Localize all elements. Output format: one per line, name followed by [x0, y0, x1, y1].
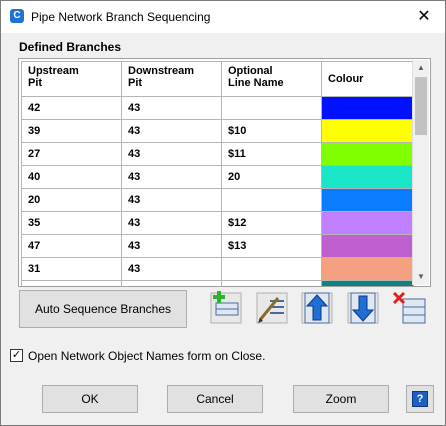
- add-branch-button[interactable]: [208, 289, 244, 327]
- header-line: Optional: [228, 65, 273, 77]
- colour-swatch-cell[interactable]: [321, 165, 414, 189]
- app-icon: C: [10, 9, 24, 23]
- move-down-button[interactable]: [345, 289, 381, 327]
- header-line: Pit: [128, 77, 143, 89]
- grid-vertical-scrollbar[interactable]: ▲ ▼: [412, 60, 429, 285]
- downstream-pit-cell[interactable]: 43: [121, 188, 222, 212]
- scroll-thumb[interactable]: [415, 77, 427, 135]
- edit-row-icon: [256, 292, 288, 324]
- line-name-cell[interactable]: $12: [221, 211, 322, 235]
- colour-swatch-cell[interactable]: [321, 280, 414, 286]
- open-names-form-checkbox[interactable]: ✓: [10, 349, 23, 362]
- upstream-pit-cell[interactable]: 48: [21, 280, 122, 286]
- branches-grid[interactable]: Upstream Pit Downstream Pit Optional Line N…: [18, 58, 431, 287]
- column-header-colour[interactable]: Colour: [321, 61, 414, 97]
- branches-table: Upstream Pit Downstream Pit Optional Line N…: [21, 61, 414, 286]
- branch-sequencing-dialog: C Pipe Network Branch Sequencing ✕ Defin…: [0, 0, 446, 426]
- table-row[interactable]: 42 43: [21, 96, 414, 120]
- open-names-form-label: Open Network Object Names form on Close.: [28, 349, 266, 363]
- line-name-cell[interactable]: $13: [221, 234, 322, 258]
- title-bar: C Pipe Network Branch Sequencing ✕: [1, 1, 445, 33]
- line-name-cell[interactable]: [221, 96, 322, 120]
- upstream-pit-cell[interactable]: 47: [21, 234, 122, 258]
- colour-swatch-cell[interactable]: [321, 96, 414, 120]
- header-line: Upstream: [28, 65, 79, 77]
- colour-swatch-cell[interactable]: [321, 188, 414, 212]
- header-line: Line Name: [228, 77, 284, 89]
- table-row[interactable]: 20 43: [21, 188, 414, 212]
- colour-swatch-cell[interactable]: [321, 257, 414, 281]
- table-row[interactable]: 40 43 20: [21, 165, 414, 189]
- defined-branches-label: Defined Branches: [19, 40, 122, 54]
- downstream-pit-cell[interactable]: 43: [121, 211, 222, 235]
- upstream-pit-cell[interactable]: 20: [21, 188, 122, 212]
- downstream-pit-cell[interactable]: 43: [121, 234, 222, 258]
- line-name-cell[interactable]: 20: [221, 165, 322, 189]
- column-header-downstream[interactable]: Downstream Pit: [121, 61, 222, 97]
- downstream-pit-cell[interactable]: 43: [121, 96, 222, 120]
- upstream-pit-cell[interactable]: 42: [21, 96, 122, 120]
- downstream-pit-cell[interactable]: 43: [121, 280, 222, 286]
- move-up-icon: [301, 292, 333, 324]
- line-name-cell[interactable]: [221, 257, 322, 281]
- upstream-pit-cell[interactable]: 35: [21, 211, 122, 235]
- table-row[interactable]: 35 43 $12: [21, 211, 414, 235]
- table-row[interactable]: 39 43 $10: [21, 119, 414, 143]
- upstream-pit-cell[interactable]: 39: [21, 119, 122, 143]
- add-row-icon: [210, 291, 242, 324]
- colour-swatch-cell[interactable]: [321, 211, 414, 235]
- colour-swatch-cell[interactable]: [321, 119, 414, 143]
- colour-swatch-cell[interactable]: [321, 234, 414, 258]
- colour-swatch-cell[interactable]: [321, 142, 414, 166]
- upstream-pit-cell[interactable]: 31: [21, 257, 122, 281]
- window-title: Pipe Network Branch Sequencing: [31, 10, 211, 24]
- downstream-pit-cell[interactable]: 43: [121, 165, 222, 189]
- delete-branch-button[interactable]: [391, 289, 427, 327]
- table-body: 42 43 39 43 $10 27 43 $11 40 43 20 20 43 35 43 $12 47 43 $…: [21, 96, 414, 286]
- line-name-cell[interactable]: $10: [221, 119, 322, 143]
- table-header-row: Upstream Pit Downstream Pit Optional Line N…: [21, 61, 414, 97]
- close-button[interactable]: ✕: [403, 1, 445, 33]
- delete-row-icon: [392, 291, 426, 324]
- header-line: Downstream: [128, 65, 195, 77]
- auto-sequence-branches-button[interactable]: Auto Sequence Branches: [19, 290, 187, 328]
- edit-branch-button[interactable]: [254, 289, 290, 327]
- scroll-down-arrow-icon[interactable]: ▼: [413, 269, 429, 285]
- help-icon: ?: [412, 391, 428, 407]
- downstream-pit-cell[interactable]: 43: [121, 257, 222, 281]
- ok-button[interactable]: OK: [42, 385, 138, 413]
- header-line: Pit: [28, 77, 43, 89]
- scroll-up-arrow-icon[interactable]: ▲: [413, 60, 429, 76]
- help-button[interactable]: ?: [406, 385, 434, 413]
- column-header-line-name[interactable]: Optional Line Name: [221, 61, 322, 97]
- downstream-pit-cell[interactable]: 43: [121, 119, 222, 143]
- move-up-button[interactable]: [299, 289, 335, 327]
- cancel-button[interactable]: Cancel: [167, 385, 263, 413]
- upstream-pit-cell[interactable]: 27: [21, 142, 122, 166]
- downstream-pit-cell[interactable]: 43: [121, 142, 222, 166]
- zoom-button[interactable]: Zoom: [293, 385, 389, 413]
- upstream-pit-cell[interactable]: 40: [21, 165, 122, 189]
- line-name-cell[interactable]: $11: [221, 142, 322, 166]
- table-row[interactable]: 4843: [21, 280, 414, 286]
- line-name-cell[interactable]: [221, 280, 322, 286]
- line-name-cell[interactable]: [221, 188, 322, 212]
- table-row[interactable]: 47 43 $13: [21, 234, 414, 258]
- table-row[interactable]: 31 43: [21, 257, 414, 281]
- move-down-icon: [347, 292, 379, 324]
- table-row[interactable]: 27 43 $11: [21, 142, 414, 166]
- column-header-upstream[interactable]: Upstream Pit: [21, 61, 122, 97]
